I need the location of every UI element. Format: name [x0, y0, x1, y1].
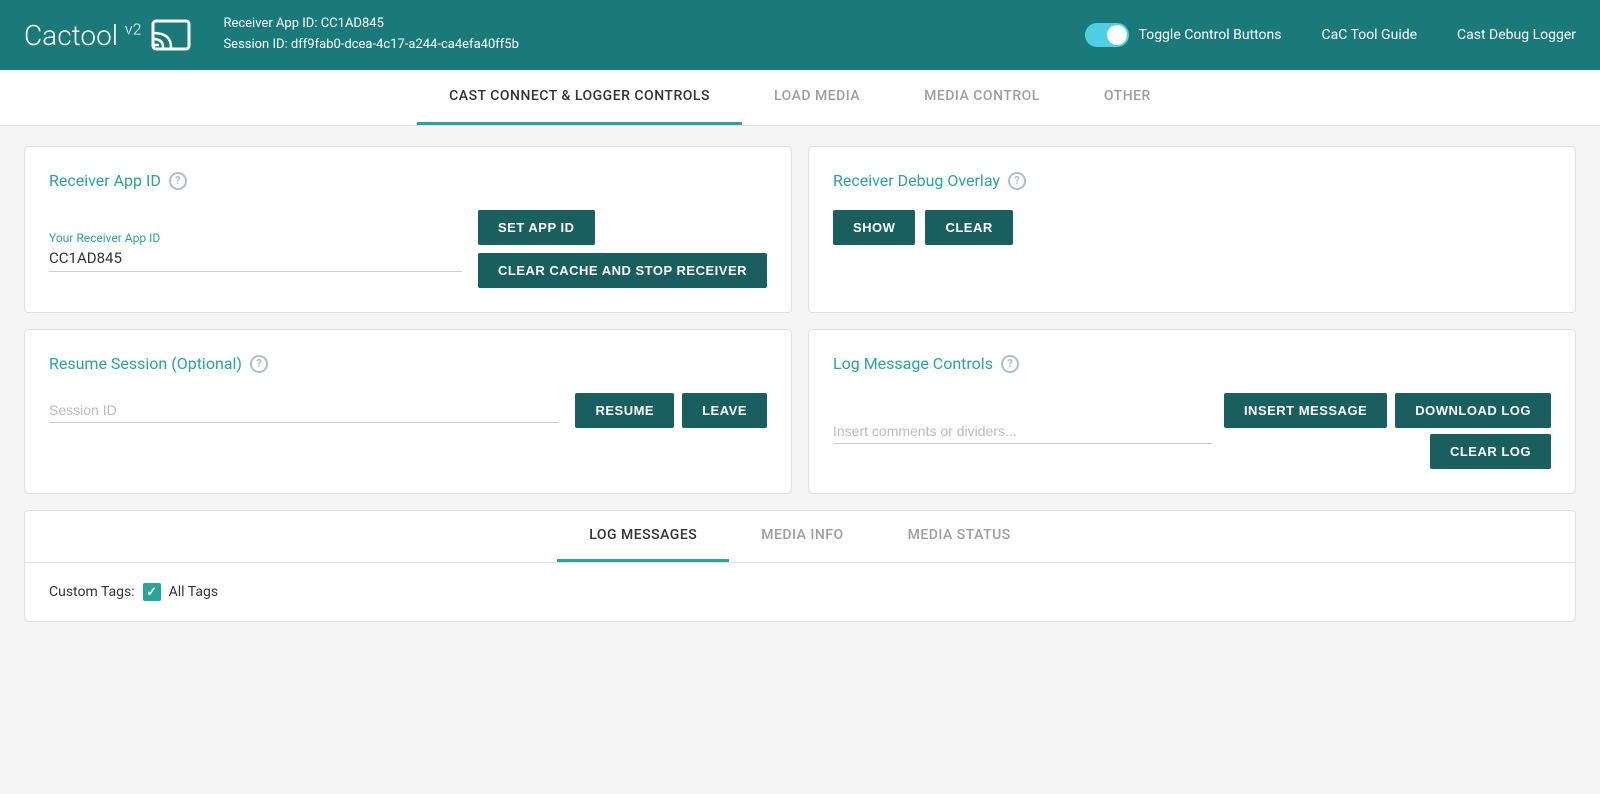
bottom-content: Custom Tags: All Tags — [25, 563, 1575, 621]
toggle-label: Toggle Control Buttons — [1139, 27, 1282, 43]
debug-overlay-buttons: SHOW CLEAR — [833, 210, 1551, 245]
receiver-app-id-title: Receiver App ID ? — [49, 171, 767, 190]
receiver-app-id-input-section: Your Receiver App ID CC1AD845 — [49, 231, 462, 288]
resume-session-help-icon[interactable]: ? — [250, 355, 268, 373]
tab-media-info[interactable]: MEDIA INFO — [729, 511, 875, 562]
header-info: Receiver App ID: CC1AD845 Session ID: df… — [223, 14, 1084, 56]
clear-log-button[interactable]: CLEAR LOG — [1430, 434, 1551, 469]
bottom-section: LOG MESSAGES MEDIA INFO MEDIA STATUS Cus… — [24, 510, 1576, 622]
tab-log-messages[interactable]: LOG MESSAGES — [557, 511, 729, 562]
top-tabs: CAST CONNECT & LOGGER CONTROLS LOAD MEDI… — [0, 70, 1600, 125]
header-nav: CaC Tool Guide Cast Debug Logger — [1322, 27, 1577, 43]
receiver-app-id-input-value: CC1AD845 — [49, 249, 462, 272]
receiver-app-id-header: Receiver App ID: CC1AD845 — [223, 14, 1084, 35]
logo: Cactool v2 — [24, 19, 191, 52]
receiver-debug-overlay-help-icon[interactable]: ? — [1008, 172, 1026, 190]
all-tags-label: All Tags — [169, 584, 218, 600]
log-message-controls-card: Log Message Controls ? INSERT MESSAGE DO… — [808, 329, 1576, 494]
logo-text: Cactool v2 — [24, 19, 141, 52]
leave-button[interactable]: LEAVE — [682, 393, 767, 428]
receiver-app-id-body: Your Receiver App ID CC1AD845 SET APP ID… — [49, 210, 767, 288]
insert-message-button[interactable]: INSERT MESSAGE — [1224, 393, 1387, 428]
tab-media-control[interactable]: MEDIA CONTROL — [892, 70, 1072, 125]
toggle-switch[interactable] — [1085, 23, 1129, 47]
receiver-app-id-help-icon[interactable]: ? — [169, 172, 187, 190]
all-tags-checkbox[interactable] — [143, 583, 161, 601]
log-message-help-icon[interactable]: ? — [1001, 355, 1019, 373]
log-buttons-row-2: CLEAR LOG — [1430, 434, 1551, 469]
bottom-tabs: LOG MESSAGES MEDIA INFO MEDIA STATUS — [25, 511, 1575, 563]
log-message-controls-title: Log Message Controls ? — [833, 354, 1551, 373]
session-buttons: RESUME LEAVE — [575, 393, 767, 428]
custom-tags-label: Custom Tags: — [49, 584, 135, 600]
tab-other[interactable]: OTHER — [1072, 70, 1183, 125]
receiver-app-id-card: Receiver App ID ? Your Receiver App ID C… — [24, 146, 792, 313]
tab-load-media[interactable]: LOAD MEDIA — [742, 70, 892, 125]
cast-icon — [151, 19, 191, 51]
session-input-wrap — [49, 398, 559, 423]
main-content: Receiver App ID ? Your Receiver App ID C… — [0, 126, 1600, 642]
resume-session-card: Resume Session (Optional) ? RESUME LEAVE — [24, 329, 792, 494]
log-message-input[interactable] — [833, 419, 1212, 444]
cards-grid: Receiver App ID ? Your Receiver App ID C… — [24, 146, 1576, 494]
toggle-control-buttons[interactable]: Toggle Control Buttons — [1085, 23, 1282, 47]
receiver-app-id-input-label: Your Receiver App ID — [49, 231, 462, 245]
clear-cache-button[interactable]: CLEAR CACHE AND STOP RECEIVER — [478, 253, 767, 288]
resume-session-title: Resume Session (Optional) ? — [49, 354, 767, 373]
app-header: Cactool v2 Receiver App ID: CC1AD845 Ses… — [0, 0, 1600, 70]
set-app-id-button[interactable]: SET APP ID — [478, 210, 595, 245]
nav-cast-debug-logger[interactable]: Cast Debug Logger — [1457, 27, 1576, 43]
resume-button[interactable]: RESUME — [575, 393, 674, 428]
log-buttons-row-1: INSERT MESSAGE DOWNLOAD LOG — [1224, 393, 1551, 428]
top-tabs-container: CAST CONNECT & LOGGER CONTROLS LOAD MEDI… — [0, 70, 1600, 126]
show-overlay-button[interactable]: SHOW — [833, 210, 915, 245]
log-buttons: INSERT MESSAGE DOWNLOAD LOG CLEAR LOG — [1224, 393, 1551, 469]
nav-cac-tool-guide[interactable]: CaC Tool Guide — [1322, 27, 1418, 43]
download-log-button[interactable]: DOWNLOAD LOG — [1395, 393, 1551, 428]
clear-overlay-button[interactable]: CLEAR — [925, 210, 1012, 245]
receiver-debug-overlay-title: Receiver Debug Overlay ? — [833, 171, 1551, 190]
resume-session-body: RESUME LEAVE — [49, 393, 767, 428]
session-id-input[interactable] — [49, 398, 559, 423]
tab-cast-connect[interactable]: CAST CONNECT & LOGGER CONTROLS — [417, 70, 742, 125]
log-message-body: INSERT MESSAGE DOWNLOAD LOG CLEAR LOG — [833, 393, 1551, 469]
custom-tags-row: Custom Tags: All Tags — [49, 583, 1551, 601]
receiver-debug-overlay-card: Receiver Debug Overlay ? SHOW CLEAR — [808, 146, 1576, 313]
session-id-header: Session ID: dff9fab0-dcea-4c17-a244-ca4e… — [223, 35, 1084, 56]
tab-media-status[interactable]: MEDIA STATUS — [876, 511, 1043, 562]
receiver-app-id-actions: SET APP ID CLEAR CACHE AND STOP RECEIVER — [478, 210, 767, 288]
